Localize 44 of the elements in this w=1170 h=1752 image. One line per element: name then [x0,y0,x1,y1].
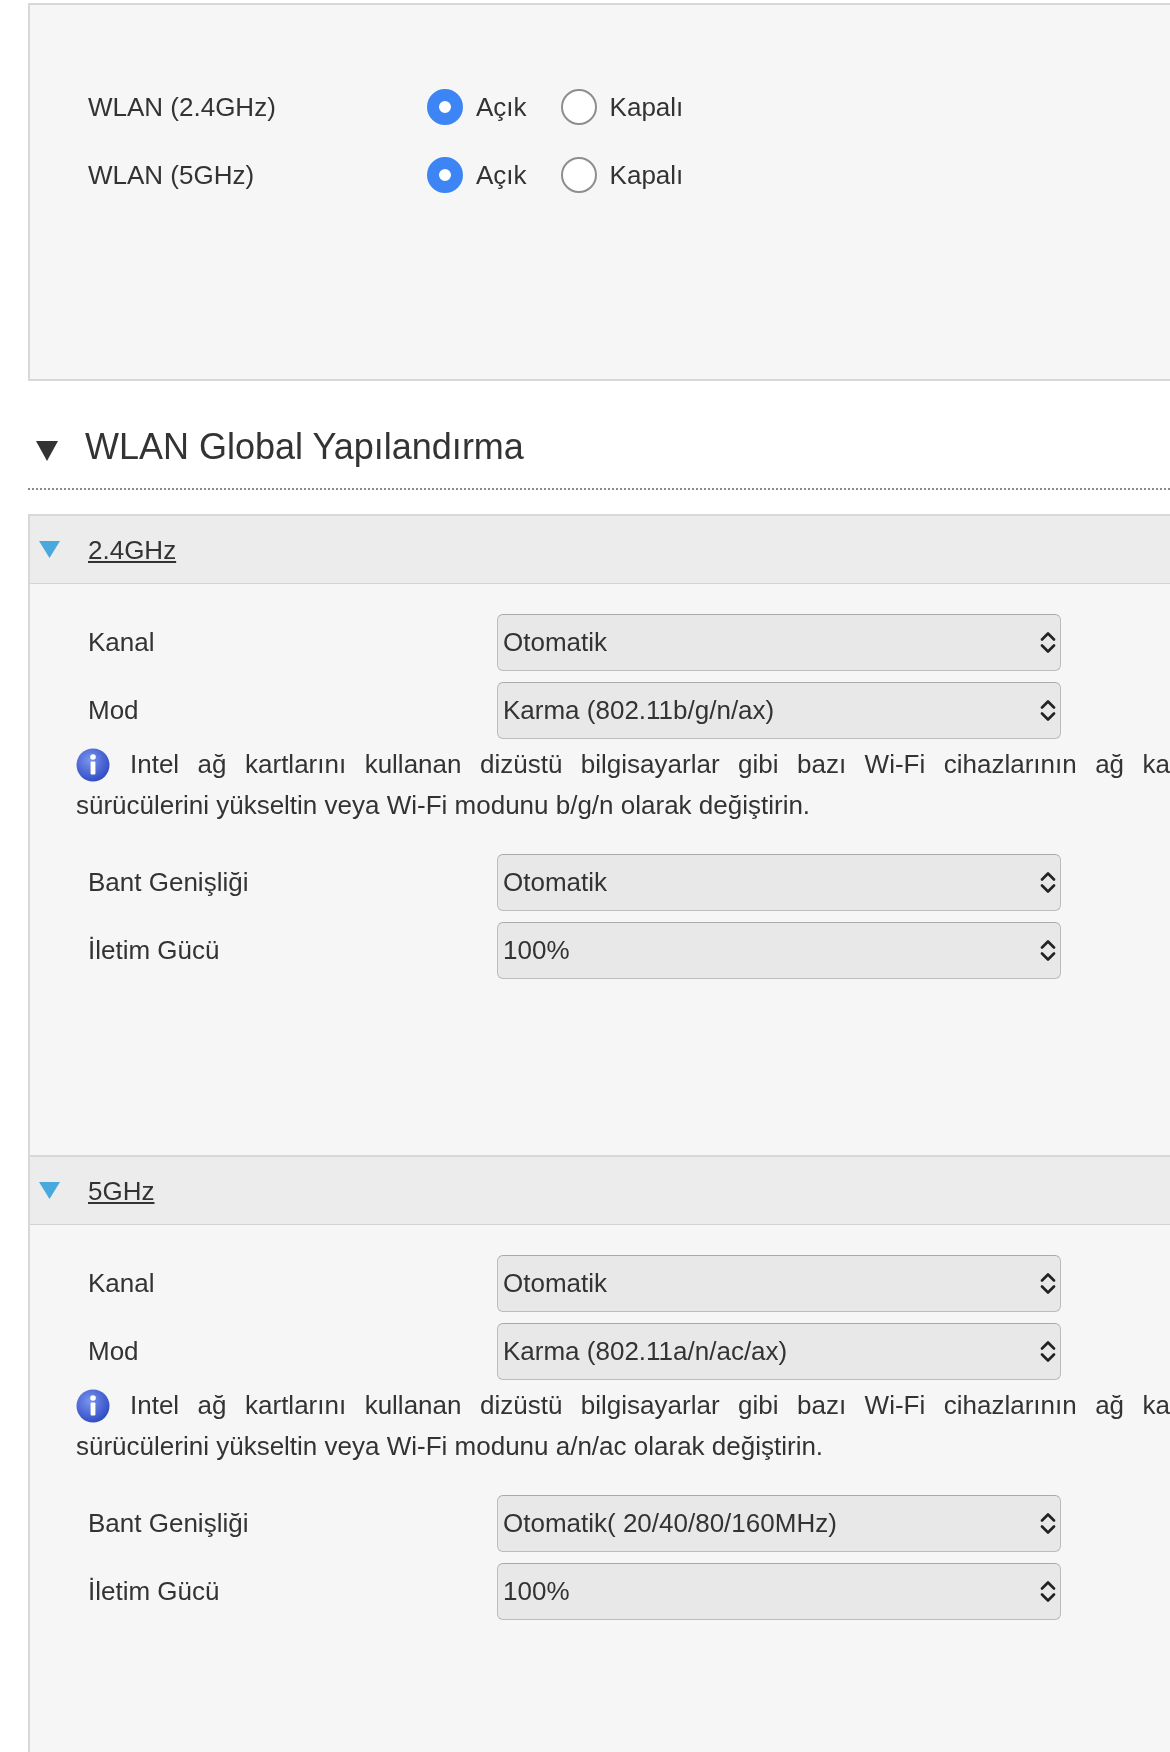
field-label: İletim Gücü [88,1575,221,1607]
field-label: Bant Genişliği [88,866,250,898]
radio-button[interactable] [560,157,597,193]
info-text: Intel ağ kartlarını kullanan dizüstü bilgisayarlar gibi bazı Wi-Fi cihazlarının ağ ka [130,748,1170,781]
triangle-icon[interactable] [36,441,58,461]
info-text: sürücülerini yükseltin veya Wi-Fi modunu b/g/n olarak değiştirin. [76,789,812,822]
field-label: Bant Genişliği [88,1507,250,1539]
dropdown-field[interactable]: Otomatik [497,1254,1061,1312]
field-label: İletim Gücü [88,934,221,966]
chevron-up-down-icon [1040,871,1056,893]
dropdown-field[interactable]: Karma (802.11a/n/ac/ax) [497,1322,1061,1380]
chevron-up-down-icon [1040,939,1056,961]
section-title: WLAN Global Yapılandırma [85,425,524,469]
field-label: Kanal [88,1267,156,1299]
radio-button[interactable] [427,157,463,193]
field-label: WLAN (5GHz) [88,159,256,191]
chevron-up-down-icon [1040,1512,1056,1534]
chevron-up-down-icon [1040,1272,1056,1294]
radio-label: Kapalı [609,91,684,123]
radio-button[interactable] [560,89,597,125]
dropdown-field[interactable]: Otomatik [497,853,1061,911]
field-label: Mod [88,694,140,726]
info-text: sürücülerini yükseltin veya Wi-Fi modunu a/n/ac olarak değiştirin. [76,1430,825,1463]
chevron-up-down-icon [1040,1340,1056,1362]
chevron-up-down-icon [1040,631,1056,653]
info-text: Intel ağ kartlarını kullanan dizüstü bilgisayarlar gibi bazı Wi-Fi cihazlarının ağ ka [130,1389,1170,1422]
field-label: WLAN (2.4GHz) [88,91,277,123]
dropdown-field[interactable]: 100% [497,921,1061,979]
radio-label: Açık [476,159,527,191]
chevron-up-down-icon [1040,1580,1056,1602]
field-label: Mod [88,1335,140,1367]
radio-button[interactable] [427,89,463,125]
radio-label: Açık [476,91,527,123]
band-link[interactable]: 2.4GHz [88,533,177,566]
chevron-up-down-icon [1040,699,1056,721]
dropdown-field[interactable]: Karma (802.11b/g/n/ax) [497,681,1061,739]
dropdown-field[interactable]: Otomatik [497,613,1061,671]
dropdown-field[interactable]: Otomatik( 20/40/80/160MHz) [497,1494,1061,1552]
field-label: Kanal [88,626,156,658]
band-link[interactable]: 5GHz [88,1174,155,1207]
info-icon [76,1388,110,1423]
info-icon [76,747,110,782]
dropdown-field[interactable]: 100% [497,1562,1061,1620]
radio-label: Kapalı [609,159,684,191]
